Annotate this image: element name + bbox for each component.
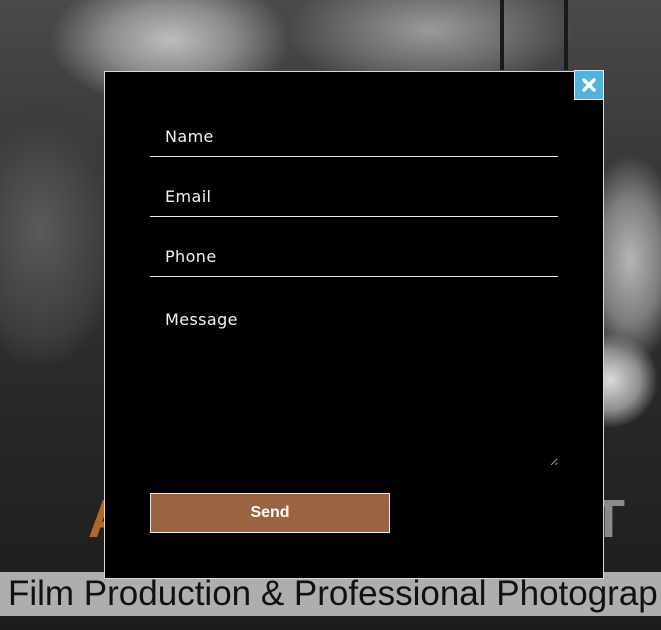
background-furniture bbox=[500, 0, 568, 70]
email-input[interactable] bbox=[150, 187, 558, 216]
send-button[interactable]: Send bbox=[150, 493, 390, 533]
message-field-wrapper bbox=[150, 300, 558, 466]
name-field-wrapper bbox=[150, 114, 558, 157]
email-field-wrapper bbox=[150, 174, 558, 217]
name-input[interactable] bbox=[150, 127, 558, 156]
phone-input[interactable] bbox=[150, 247, 558, 276]
close-icon bbox=[582, 78, 596, 92]
phone-field-wrapper bbox=[150, 234, 558, 277]
message-textarea[interactable] bbox=[150, 300, 558, 466]
tagline: Film Production & Professional Photograp bbox=[8, 574, 658, 613]
close-button[interactable] bbox=[574, 70, 604, 100]
